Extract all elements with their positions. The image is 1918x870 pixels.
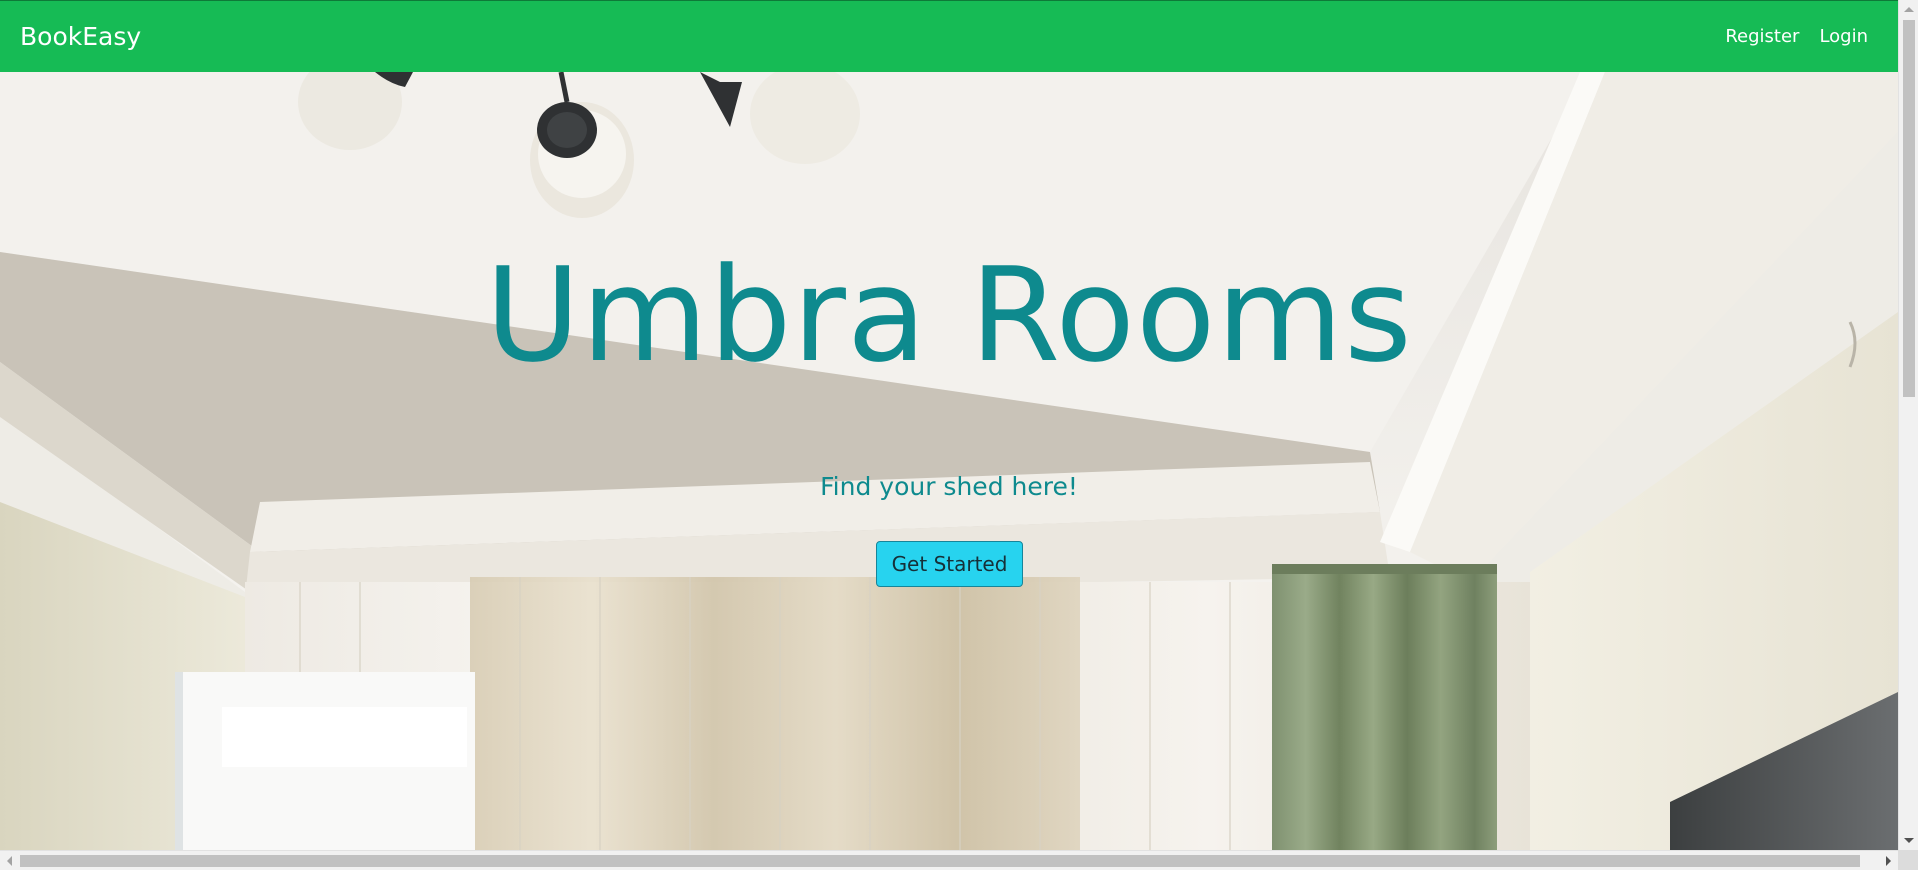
scroll-down-arrow-icon[interactable]: [1904, 838, 1914, 843]
vertical-scroll-thumb[interactable]: [1903, 20, 1915, 397]
top-navbar: BookEasy Register Login: [0, 0, 1898, 72]
register-link[interactable]: Register: [1725, 26, 1799, 47]
brand-logo-link[interactable]: BookEasy: [20, 22, 141, 51]
scroll-right-arrow-icon[interactable]: [1886, 856, 1891, 866]
login-link[interactable]: Login: [1819, 26, 1868, 47]
horizontal-scrollbar[interactable]: [0, 850, 1898, 870]
scrollbar-corner: [1898, 850, 1918, 870]
nav-links: Register Login: [1725, 26, 1868, 47]
horizontal-scroll-thumb[interactable]: [20, 855, 1860, 867]
get-started-button[interactable]: Get Started: [876, 541, 1023, 587]
hero-title: Umbra Rooms: [485, 239, 1413, 391]
scroll-up-arrow-icon[interactable]: [1904, 7, 1914, 12]
browser-viewport: BookEasy Register Login Umbra Rooms Find…: [0, 0, 1918, 870]
hero-background-image: [0, 72, 1898, 850]
vertical-scrollbar[interactable]: [1898, 0, 1918, 850]
hero-section: Umbra Rooms Find your shed here! Get Sta…: [0, 72, 1898, 850]
hero-tagline: Find your shed here!: [820, 472, 1078, 501]
scroll-left-arrow-icon[interactable]: [7, 856, 12, 866]
